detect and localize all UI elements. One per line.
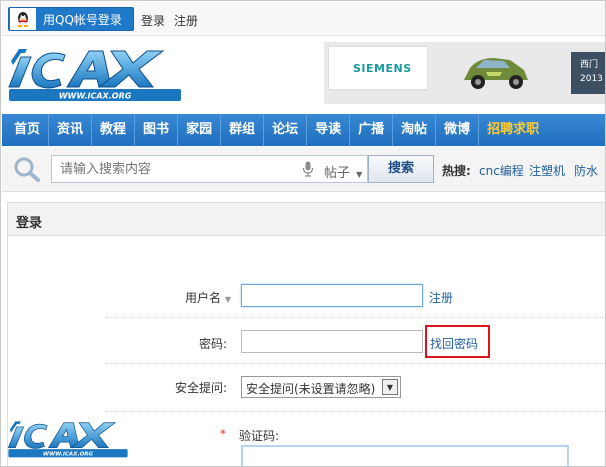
nav-item-jobs[interactable]: 招聘求职 (479, 114, 547, 146)
search-type-value: 帖子 (324, 166, 351, 181)
search-button[interactable]: 搜索 (368, 155, 434, 183)
qq-login-button[interactable]: 用QQ帐号登录 (8, 7, 134, 31)
page-frame: 用QQ帐号登录 登录 注册 WWW.ICAX.ORG SIEMENS 西门 20… (0, 0, 606, 467)
captcha-input[interactable] (241, 445, 569, 466)
security-question-value: 安全提问(未设置请忽略) (246, 382, 376, 396)
siemens-brand: SIEMENS (353, 62, 412, 75)
password-label: 密码: (198, 337, 227, 351)
hot-search-link[interactable]: cnc编程 (479, 162, 524, 179)
watermark-url-text: WWW.ICAX.ORG (43, 452, 94, 458)
nav-item-tutorials[interactable]: 教程 (92, 114, 136, 146)
search-bar: 帖子 ▼ 搜索 热搜: cnc编程 注塑机 防水 (2, 147, 605, 192)
security-question-label: 安全提问: (174, 381, 227, 395)
nav-item-weibo[interactable]: 微博 (436, 114, 480, 146)
nav-item-collections[interactable]: 淘帖 (393, 114, 437, 146)
nav-item-news[interactable]: 资讯 (49, 114, 93, 146)
username-label[interactable]: 用户名 ▼ (171, 289, 231, 306)
nav-item-home-space[interactable]: 家园 (178, 114, 222, 146)
search-icon (14, 157, 40, 182)
nav-item-guide[interactable]: 导读 (307, 114, 351, 146)
username-input[interactable] (241, 284, 423, 307)
top-login-link[interactable]: 登录 (141, 12, 165, 29)
rally-car-image (464, 58, 528, 89)
siemens-ad-box: SIEMENS (328, 46, 428, 90)
nav-item-books[interactable]: 图书 (135, 114, 179, 146)
hot-search-link[interactable]: 防水 (574, 162, 598, 179)
top-bar: 用QQ帐号登录 登录 注册 (2, 2, 605, 36)
top-register-link[interactable]: 注册 (174, 12, 198, 29)
forgot-password-highlight-box (425, 325, 490, 358)
hot-search-link[interactable]: 注塑机 (529, 162, 565, 179)
required-mark: * (220, 427, 226, 441)
nav-item-forum[interactable]: 论坛 (264, 114, 308, 146)
qq-login-label: 用QQ帐号登录 (43, 12, 122, 27)
hot-search-label: 热搜: (442, 164, 471, 178)
watermark-logo: WWW.ICAX.ORG (7, 413, 129, 463)
chevron-down-icon: ▼ (382, 379, 398, 395)
nav-item-broadcast[interactable]: 广播 (350, 114, 394, 146)
microphone-icon[interactable] (302, 161, 314, 177)
qq-penguin-icon (10, 8, 36, 30)
row-divider (105, 363, 605, 364)
security-question-select[interactable]: 安全提问(未设置请忽略) ▼ (241, 376, 401, 398)
password-input[interactable] (241, 330, 423, 353)
register-link[interactable]: 注册 (429, 289, 453, 306)
ad-dark-text-2: 2013 (580, 74, 603, 84)
chevron-down-icon: ▼ (224, 295, 231, 304)
main-nav: 首页 资讯 教程 图书 家园 群组 论坛 导读 广播 淘帖 微博 招聘求职 (2, 114, 605, 146)
search-input[interactable] (51, 155, 321, 183)
ad-dark-panel: 西门 2013 (571, 52, 605, 94)
site-logo[interactable]: WWW.ICAX.ORG (7, 41, 183, 105)
username-label-text: 用户名 (185, 291, 222, 305)
row-divider (105, 411, 605, 412)
ad-dark-text-1: 西门 (580, 60, 599, 70)
logo-url-text: WWW.ICAX.ORG (59, 92, 132, 101)
row-divider (105, 317, 605, 318)
nav-item-home[interactable]: 首页 (6, 114, 50, 146)
ad-banner[interactable]: SIEMENS 西门 2013 (324, 42, 605, 104)
search-type-select[interactable]: 帖子 ▼ (320, 155, 368, 183)
captcha-label: 验证码: (239, 429, 280, 443)
login-panel-title: 登录 (7, 202, 605, 236)
chevron-down-icon: ▼ (356, 170, 363, 179)
nav-item-groups[interactable]: 群组 (221, 114, 265, 146)
